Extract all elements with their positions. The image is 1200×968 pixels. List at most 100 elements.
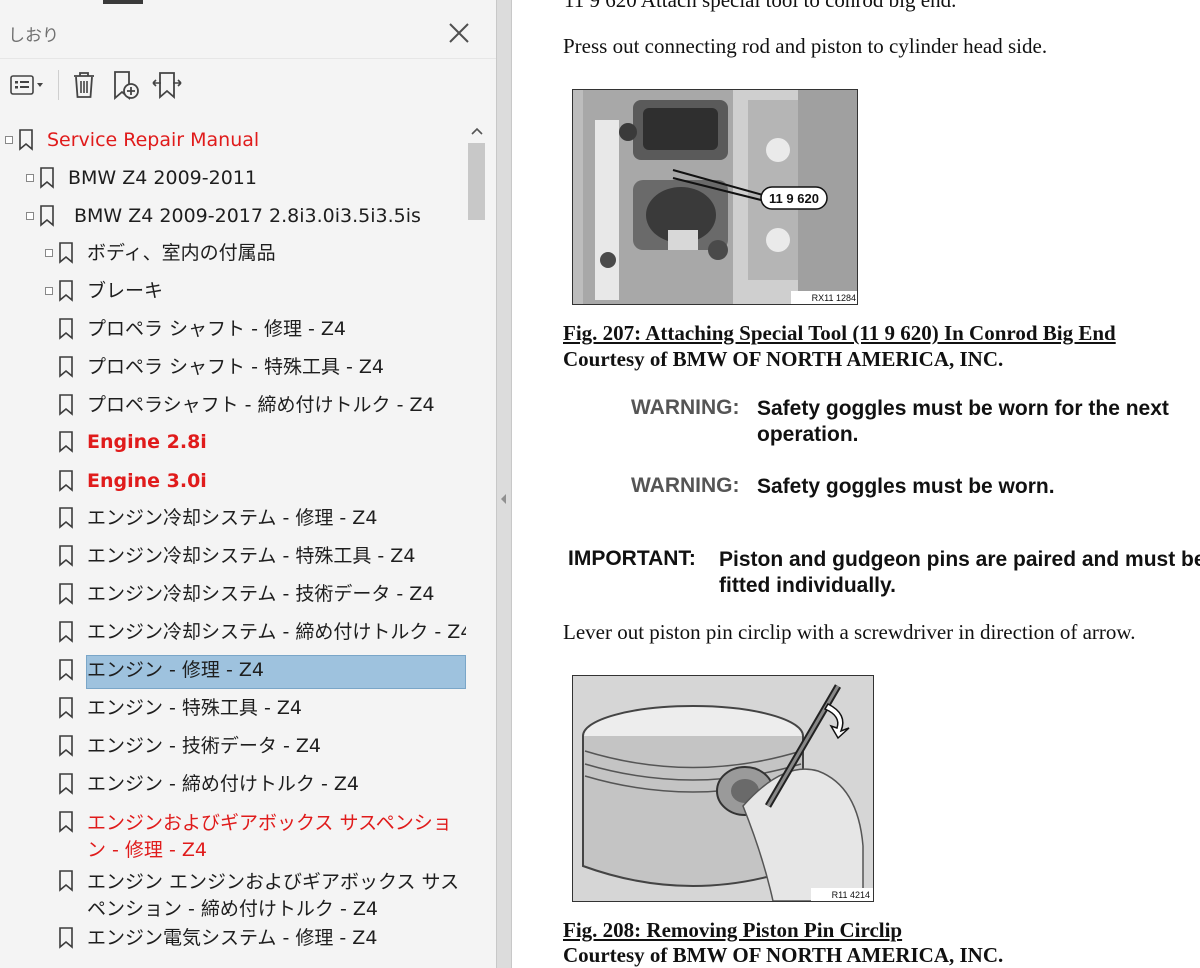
chevron-up-icon <box>471 127 483 135</box>
bookmark-item[interactable]: エンジン電気システム - 修理 - Z4 <box>0 926 466 960</box>
bookmark-icon <box>58 659 74 681</box>
bookmark-item[interactable]: エンジンおよびギアボックス サスペンション - 修理 - Z4 <box>0 810 466 870</box>
bookmark-label: プロペラ シャフト - 修理 - Z4 <box>87 318 347 340</box>
bookmark-properties-button[interactable] <box>150 68 184 102</box>
bookmark-icon <box>39 167 55 189</box>
chevron-left-icon <box>501 494 506 504</box>
expand-toggle-icon[interactable] <box>45 249 53 257</box>
bookmark-icon <box>58 697 74 719</box>
bookmark-label: BMW Z4 2009-2011 <box>68 167 257 189</box>
bookmark-icon <box>58 470 74 492</box>
bookmark-icon <box>58 431 74 453</box>
figure-207-caption: Fig. 207: Attaching Special Tool (11 9 6… <box>563 321 1116 345</box>
expand-toggle-icon[interactable] <box>5 136 13 144</box>
expand-toggle-icon[interactable] <box>45 287 53 295</box>
trash-icon <box>74 72 94 98</box>
panel-splitter[interactable] <box>496 0 512 968</box>
bookmark-item[interactable]: ボディ、室内の付属品 <box>0 241 466 275</box>
figure-207-image: 11 9 620 RX11 1284 <box>572 89 858 305</box>
important-text: Piston and gudgeon pins are paired and m… <box>719 548 1200 571</box>
bookmark-label: Service Repair Manual <box>47 129 260 151</box>
bookmark-icon <box>58 870 74 892</box>
figure-208-image: R11 4214 <box>572 675 874 902</box>
bookmark-item[interactable]: ブレーキ <box>0 279 466 313</box>
scrollbar-thumb[interactable] <box>468 143 485 220</box>
bookmark-item[interactable]: BMW Z4 2009-2017 2.8i3.0i3.5i3.5is <box>0 204 466 238</box>
bookmark-label: エンジン エンジンおよびギアボックス サスペンション - 締め付けトルク - Z… <box>87 871 460 920</box>
figure-code: R11 4214 <box>832 890 870 900</box>
bookmark-label: Engine 2.8i <box>87 431 207 453</box>
instruction-paragraph: Press out connecting rod and piston to c… <box>563 34 1048 58</box>
bookmark-item[interactable]: エンジン エンジンおよびギアボックス サスペンション - 締め付けトルク - Z… <box>0 869 466 929</box>
bookmark-label: Engine 3.0i <box>87 470 207 492</box>
bookmark-label: エンジン冷却システム - 技術データ - Z4 <box>87 583 435 605</box>
bookmark-label: エンジン冷却システム - 締め付けトルク - Z4 <box>87 621 466 643</box>
bookmark-item[interactable]: Engine 3.0i <box>0 469 466 503</box>
warning-label: WARNING: <box>631 396 740 419</box>
bookmark-label: エンジン電気システム - 修理 - Z4 <box>87 927 378 949</box>
list-options-icon <box>10 75 43 95</box>
toolbar-separator <box>58 70 59 100</box>
tree-scrollbar[interactable] <box>466 120 488 968</box>
figure-208-caption: Fig. 208: Removing Piston Pin Circlip <box>563 918 903 942</box>
close-icon <box>449 23 469 43</box>
bookmark-item[interactable]: エンジン - 締め付けトルク - Z4 <box>0 772 466 806</box>
instruction-paragraph: Lever out piston pin circlip with a scre… <box>563 620 1136 644</box>
bookmark-item[interactable]: プロペラ シャフト - 修理 - Z4 <box>0 317 466 351</box>
bookmark-icon <box>58 356 74 378</box>
bookmark-icon <box>58 583 74 605</box>
bookmark-icon <box>58 507 74 529</box>
bookmark-icon <box>58 280 74 302</box>
collapse-panel-button[interactable] <box>499 490 509 504</box>
cut-off-text-line: 11 9 620 Attach special tool to conrod b… <box>564 0 957 12</box>
figure-207-credit: Courtesy of BMW OF NORTH AMERICA, INC. <box>563 347 1004 371</box>
bookmark-icon <box>58 318 74 340</box>
bookmark-item[interactable]: エンジン冷却システム - 技術データ - Z4 <box>0 582 466 616</box>
bookmark-icon <box>58 242 74 264</box>
bookmark-label: プロペラ シャフト - 特殊工具 - Z4 <box>87 356 385 378</box>
bookmark-item[interactable]: BMW Z4 2009-2011 <box>0 166 466 200</box>
bookmark-label: エンジンおよびギアボックス サスペンション - 修理 - Z4 <box>87 812 452 861</box>
bookmark-tree: Service Repair Manual BMW Z4 2009-2011 BMW… <box>0 120 466 968</box>
delete-bookmark-button[interactable] <box>68 68 100 102</box>
bookmark-item[interactable]: エンジン冷却システム - 修理 - Z4 <box>0 506 466 540</box>
close-panel-button[interactable] <box>446 20 472 46</box>
bookmark-item[interactable]: Engine 2.8i <box>0 430 466 464</box>
panel-title: しおり <box>8 26 59 46</box>
bookmark-icon <box>58 773 74 795</box>
options-menu-button[interactable] <box>6 68 48 102</box>
add-bookmark-icon <box>114 71 139 100</box>
scroll-up-button[interactable] <box>466 122 488 142</box>
warning-text-cont: operation. <box>757 423 859 446</box>
bookmark-item[interactable]: プロペラシャフト - 締め付けトルク - Z4 <box>0 393 466 427</box>
bookmark-label: エンジン冷却システム - 特殊工具 - Z4 <box>87 545 416 567</box>
bookmark-label: ボディ、室内の付属品 <box>87 242 276 264</box>
bookmark-icon <box>18 129 34 151</box>
bookmark-item[interactable]: エンジン冷却システム - 特殊工具 - Z4 <box>0 544 466 578</box>
important-label: IMPORTANT: <box>568 547 696 570</box>
expand-toggle-icon[interactable] <box>26 212 34 220</box>
bookmark-item[interactable]: Service Repair Manual <box>0 128 466 162</box>
active-tab-indicator <box>103 0 143 4</box>
bookmark-icon <box>58 545 74 567</box>
important-text-cont: fitted individually. <box>719 574 896 597</box>
bookmark-label: ブレーキ <box>87 280 164 302</box>
bookmark-item[interactable]: エンジン - 特殊工具 - Z4 <box>0 696 466 730</box>
tool-callout-label: 11 9 620 <box>769 191 819 206</box>
bookmark-label: エンジン - 修理 - Z4 <box>87 659 264 681</box>
bookmark-icon <box>39 205 55 227</box>
expand-toggle-icon[interactable] <box>26 174 34 182</box>
bookmark-label: エンジン - 技術データ - Z4 <box>87 735 321 757</box>
bookmark-item[interactable]: プロペラ シャフト - 特殊工具 - Z4 <box>0 355 466 389</box>
bookmark-item[interactable]: エンジン冷却システム - 締め付けトルク - Z4 <box>0 620 466 654</box>
bookmark-expand-icon <box>152 72 182 99</box>
document-view: 11 9 620 Attach special tool to conrod b… <box>512 0 1200 968</box>
add-bookmark-button[interactable] <box>108 68 142 102</box>
warning-label: WARNING: <box>631 474 740 497</box>
bookmark-item[interactable]: エンジン - 修理 - Z4 <box>0 658 466 692</box>
bookmark-label: エンジン冷却システム - 修理 - Z4 <box>87 507 378 529</box>
bookmark-label: エンジン - 締め付けトルク - Z4 <box>87 773 359 795</box>
bookmark-item[interactable]: エンジン - 技術データ - Z4 <box>0 734 466 768</box>
bookmarks-panel: しおり Service Repair Manual BMW Z4 2009-20… <box>0 0 496 968</box>
bookmark-icon <box>58 735 74 757</box>
